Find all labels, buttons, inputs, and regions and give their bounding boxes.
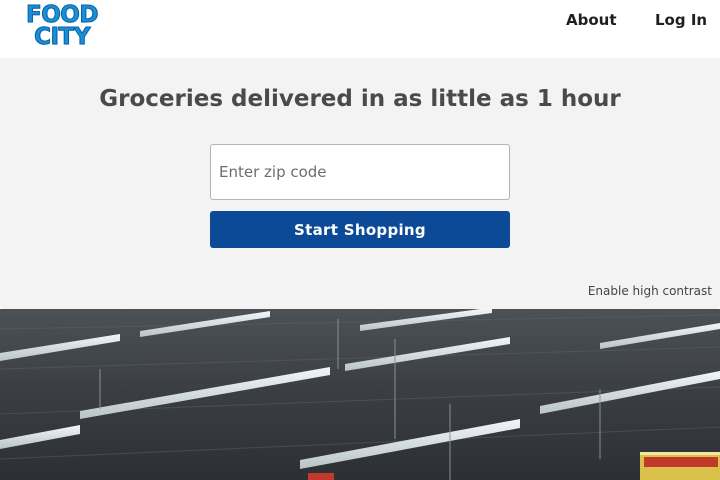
- logo-line-1: FOOD: [26, 2, 99, 28]
- login-link[interactable]: Log In: [655, 11, 707, 29]
- about-link[interactable]: About: [566, 11, 617, 29]
- start-shopping-button[interactable]: Start Shopping: [210, 211, 510, 248]
- high-contrast-link[interactable]: Enable high contrast: [588, 284, 712, 298]
- store-hero-image: [0, 309, 720, 480]
- logo-line-2: CITY: [34, 24, 91, 50]
- food-city-logo[interactable]: FOOD CITY: [22, 2, 102, 50]
- store-ceiling-photo: [0, 309, 720, 480]
- site-header: FOOD CITY About Log In: [0, 0, 720, 58]
- zip-code-input[interactable]: [210, 144, 510, 200]
- zip-entry-panel: Groceries delivered in as little as 1 ho…: [0, 58, 720, 309]
- page-headline: Groceries delivered in as little as 1 ho…: [99, 86, 621, 112]
